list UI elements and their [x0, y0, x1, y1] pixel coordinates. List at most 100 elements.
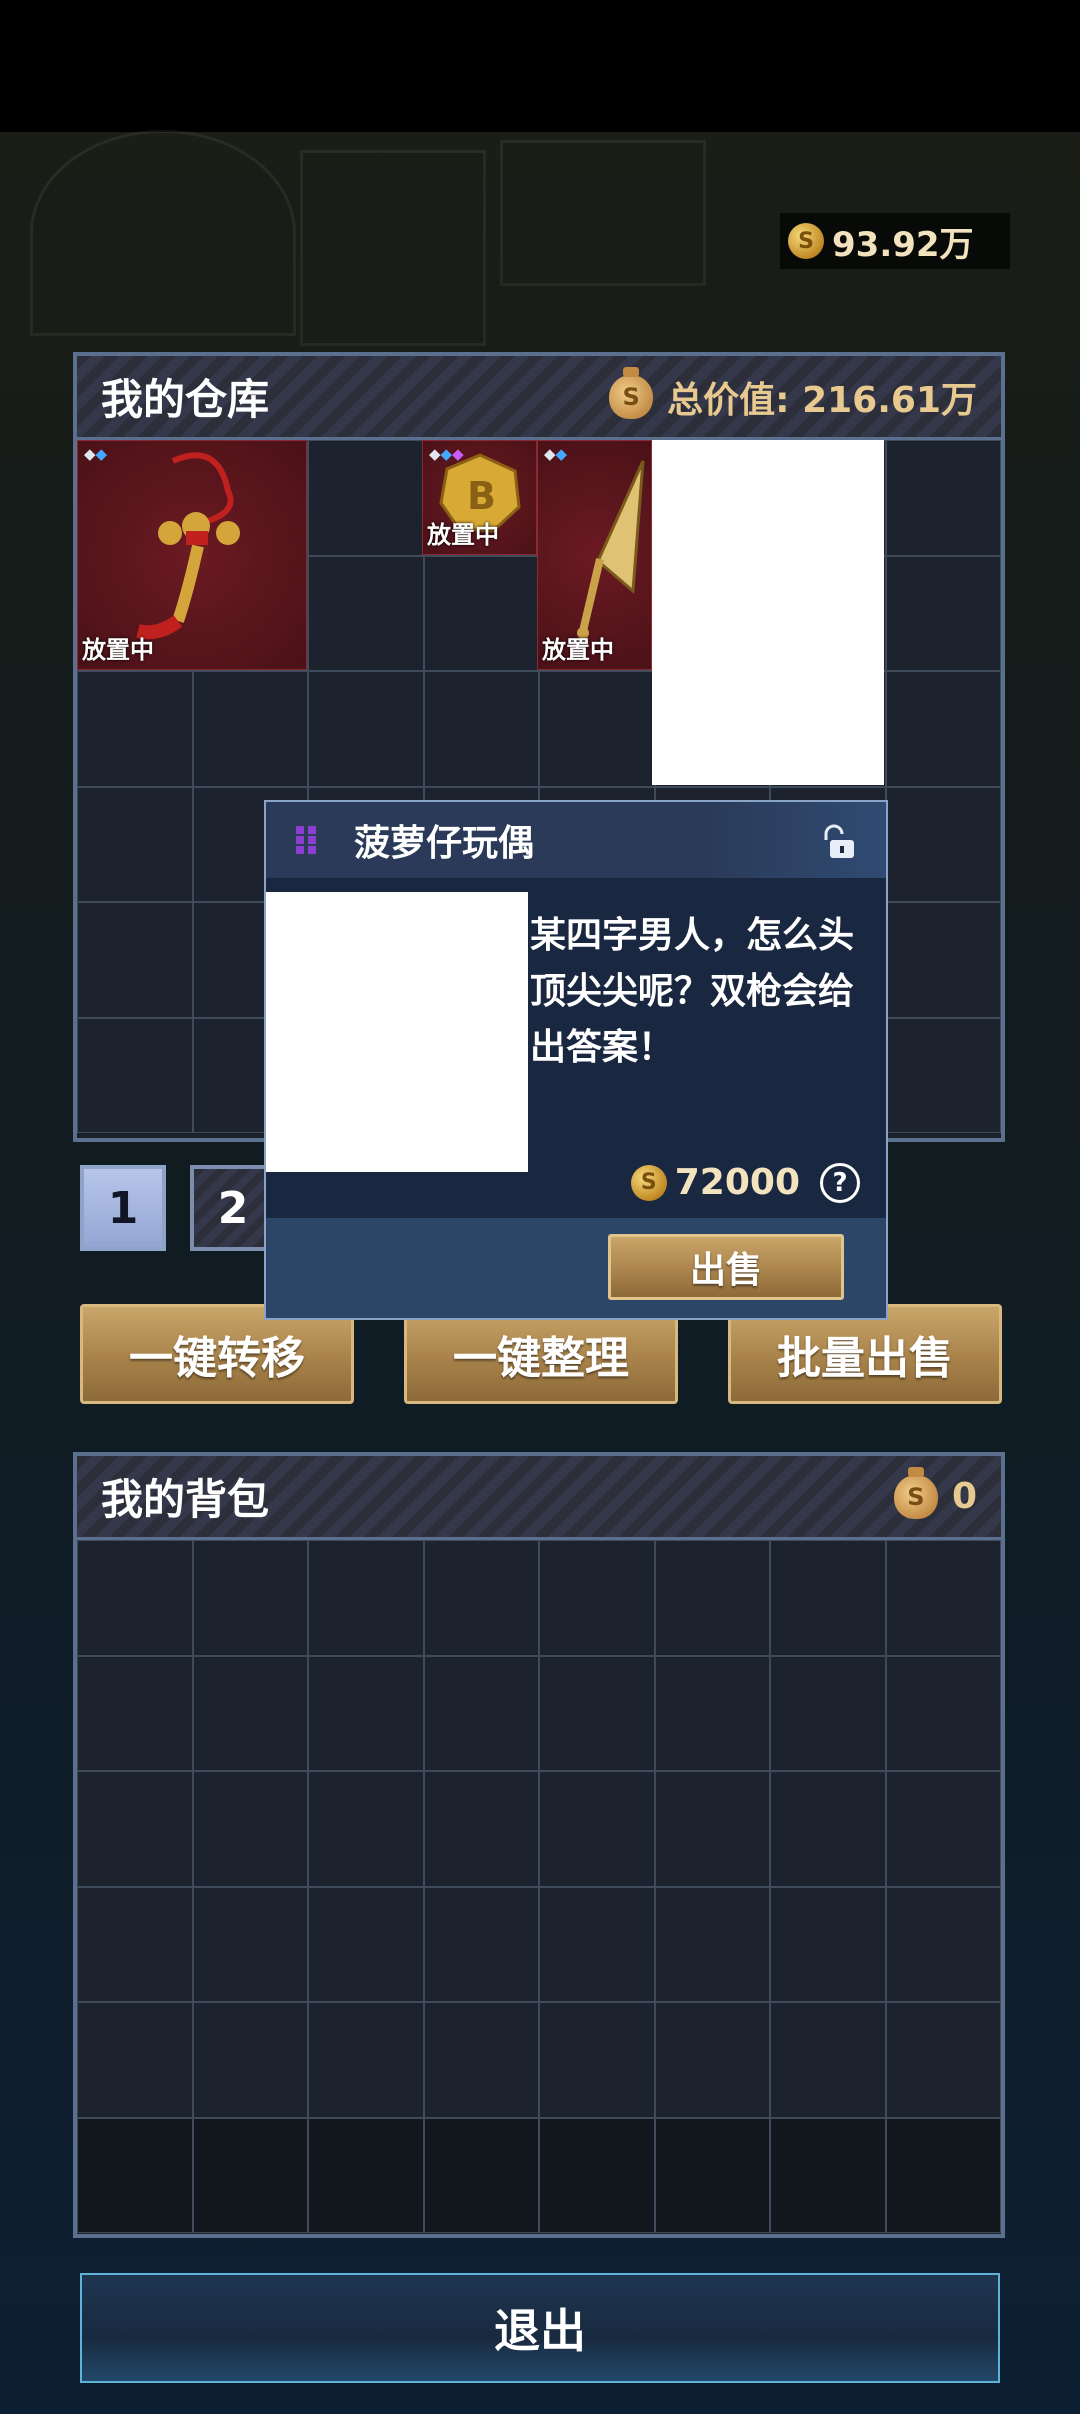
money-bag-icon: S	[893, 1466, 938, 1519]
backpack-header: 我的背包 S 0	[77, 1456, 1001, 1540]
background-decoration	[30, 130, 296, 336]
item-detail-popup: 菠萝仔玩偶 某四字男人，怎么头顶尖尖呢？双枪会给出答案！ S 72000 ? 出…	[264, 800, 888, 1320]
grid-cell[interactable]	[308, 1886, 424, 2002]
unlock-icon[interactable]	[818, 822, 858, 862]
grid-cell[interactable]	[885, 2117, 1001, 2233]
grid-cell[interactable]	[539, 671, 655, 787]
backpack-value: S 0	[893, 1466, 977, 1519]
grid-cell[interactable]	[770, 1886, 886, 2002]
grid-cell[interactable]	[885, 1886, 1001, 2002]
popup-header: 菠萝仔玩偶	[266, 802, 886, 878]
grid-cell[interactable]	[423, 1886, 539, 2002]
background-decoration	[300, 150, 486, 346]
currency-amount: 93.92万	[832, 224, 974, 265]
grid-cell[interactable]	[77, 2117, 193, 2233]
grid-cell[interactable]	[770, 2117, 886, 2233]
coin-icon: S	[630, 1164, 667, 1201]
grid-cell[interactable]	[885, 786, 1001, 902]
backpack-value-text: 0	[951, 1476, 977, 1517]
grid-cell[interactable]	[77, 1540, 193, 1656]
warehouse-item-golden-spear[interactable]: ◆◆ 放置中	[537, 440, 652, 670]
grid-cell[interactable]	[539, 1886, 655, 2002]
grid-cell[interactable]	[423, 1540, 539, 1656]
grid-cell[interactable]	[77, 902, 193, 1018]
grid-cell[interactable]	[308, 2002, 424, 2118]
warehouse-item-gold-coin[interactable]: ◆◆◆ B 放置中	[422, 440, 537, 555]
grid-cell[interactable]	[77, 2002, 193, 2118]
grid-cell[interactable]	[654, 2002, 770, 2118]
grid-cell[interactable]	[770, 1540, 886, 1656]
grid-cell[interactable]	[192, 2002, 308, 2118]
backpack-panel: 我的背包 S 0	[73, 1452, 1005, 2238]
page-tab-1[interactable]: 1	[80, 1165, 166, 1251]
grid-cell[interactable]	[77, 1017, 193, 1133]
grid-cell[interactable]	[770, 2002, 886, 2118]
popup-footer: 出售	[266, 1218, 886, 1318]
price-value: 72000	[674, 1162, 800, 1203]
backpack-grid	[77, 1540, 1001, 2233]
grid-cell[interactable]	[308, 440, 424, 556]
warehouse-header: 我的仓库 S 总价值: 216.61万	[77, 356, 1001, 440]
item-status-tag: 放置中	[82, 636, 154, 664]
grid-cell[interactable]	[654, 2117, 770, 2233]
grid-cell[interactable]	[885, 902, 1001, 1018]
grid-cell[interactable]	[539, 2002, 655, 2118]
grid-cell[interactable]	[423, 2117, 539, 2233]
grid-cell[interactable]	[654, 1771, 770, 1887]
grid-cell[interactable]	[77, 1771, 193, 1887]
help-icon[interactable]: ?	[820, 1162, 860, 1203]
sell-button[interactable]: 出售	[608, 1234, 844, 1300]
grid-cell[interactable]	[539, 1540, 655, 1656]
grid-cell[interactable]	[885, 2002, 1001, 2118]
grid-cell[interactable]	[770, 1655, 886, 1771]
grid-cell[interactable]	[423, 2002, 539, 2118]
grid-cell[interactable]	[308, 1540, 424, 1656]
grid-cell[interactable]	[885, 1771, 1001, 1887]
grid-cell[interactable]	[77, 671, 193, 787]
grid-cell[interactable]	[192, 1655, 308, 1771]
grid-cell[interactable]	[192, 1540, 308, 1656]
backpack-title: 我的背包	[101, 1475, 270, 1524]
coin-icon: S	[788, 223, 824, 259]
grid-cell[interactable]	[77, 1655, 193, 1771]
grid-cell[interactable]	[885, 1017, 1001, 1133]
grid-cell[interactable]	[539, 1655, 655, 1771]
grid-cell[interactable]	[770, 1771, 886, 1887]
grid-cell[interactable]	[423, 555, 539, 671]
grid-cell[interactable]	[654, 1540, 770, 1656]
grid-cell[interactable]	[885, 671, 1001, 787]
grid-cell[interactable]	[77, 1886, 193, 2002]
total-value-text: 总价值: 216.61万	[667, 379, 977, 421]
popup-price: S 72000 ?	[623, 1162, 860, 1203]
grid-cell[interactable]	[885, 440, 1001, 556]
exit-button[interactable]: 退出	[80, 2273, 1000, 2383]
svg-text:B: B	[467, 474, 496, 518]
popup-item-name: 菠萝仔玩偶	[354, 823, 535, 864]
grid-cell[interactable]	[308, 1655, 424, 1771]
grid-cell[interactable]	[423, 1655, 539, 1771]
grid-cell[interactable]	[192, 1771, 308, 1887]
grid-cell[interactable]	[423, 671, 539, 787]
grid-cell[interactable]	[423, 1771, 539, 1887]
grid-cell[interactable]	[308, 2117, 424, 2233]
grid-cell[interactable]	[77, 786, 193, 902]
grid-cell[interactable]	[192, 1886, 308, 2002]
grid-cell[interactable]	[192, 671, 308, 787]
warehouse-title: 我的仓库	[101, 375, 270, 424]
grid-cell[interactable]	[885, 555, 1001, 671]
grid-cell[interactable]	[885, 1540, 1001, 1656]
rarity-icon	[296, 826, 316, 854]
grid-cell[interactable]	[308, 1771, 424, 1887]
currency-display: S 93.92万	[780, 213, 1010, 269]
warehouse-item-red-knot[interactable]: ◆◆ 放置中	[77, 440, 307, 670]
item-image-placeholder	[652, 440, 884, 785]
grid-cell[interactable]	[654, 1886, 770, 2002]
grid-cell[interactable]	[308, 671, 424, 787]
grid-cell[interactable]	[308, 555, 424, 671]
grid-cell[interactable]	[192, 2117, 308, 2233]
grid-cell[interactable]	[885, 1655, 1001, 1771]
background-decoration	[500, 140, 706, 286]
grid-cell[interactable]	[539, 2117, 655, 2233]
grid-cell[interactable]	[654, 1655, 770, 1771]
grid-cell[interactable]	[539, 1771, 655, 1887]
